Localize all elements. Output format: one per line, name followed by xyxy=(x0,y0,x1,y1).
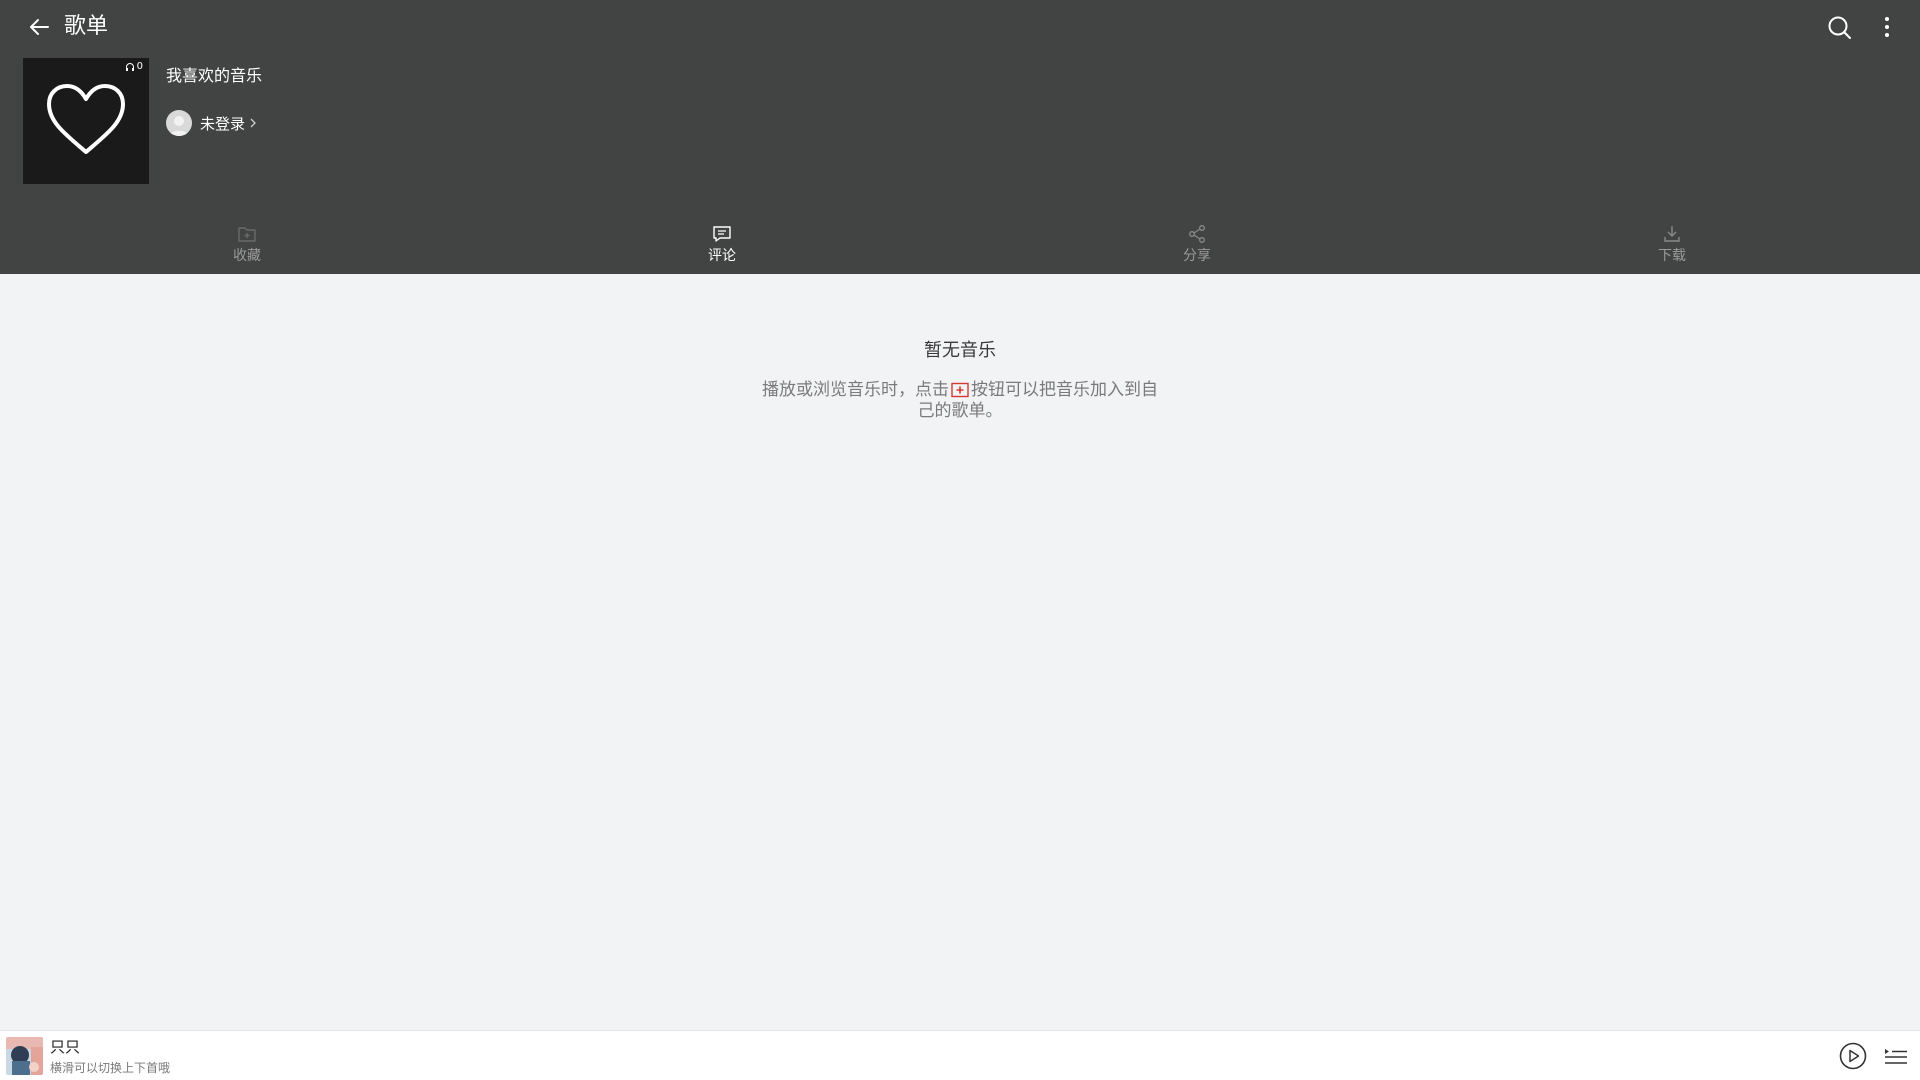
play-count-value: 0 xyxy=(136,61,143,72)
search-icon[interactable] xyxy=(1824,12,1854,42)
album-art-image xyxy=(6,1037,43,1075)
song-hint: 横滑可以切换上下首哦 xyxy=(50,1061,171,1075)
download-label: 下载 xyxy=(1658,248,1686,264)
song-title: 只只 xyxy=(50,1038,81,1056)
app-root: 歌单 0 我喜欢的音乐 未登录 收藏 评论 分享 下载 暂无音乐 播放或浏览音乐… xyxy=(0,0,1920,1080)
page-title: 歌单 xyxy=(64,14,109,39)
heart-icon xyxy=(47,84,125,154)
top-bar: 歌单 xyxy=(0,0,1920,54)
play-count: 0 xyxy=(125,61,143,72)
add-to-playlist-icon xyxy=(951,382,969,398)
empty-desc-before: 播放或浏览音乐时，点击 xyxy=(762,380,949,400)
playlist-queue-icon[interactable] xyxy=(1884,1045,1908,1067)
owner-name: 未登录 xyxy=(200,114,246,133)
playlist-header: 歌单 0 我喜欢的音乐 未登录 收藏 评论 分享 下载 xyxy=(0,0,1920,274)
share-icon xyxy=(1189,225,1205,243)
playlist-name: 我喜欢的音乐 xyxy=(166,66,263,85)
empty-state-description: 播放或浏览音乐时，点击 按钮可以把音乐加入到自己的歌单。 xyxy=(760,380,1160,422)
collect-label: 收藏 xyxy=(233,248,261,264)
album-art[interactable] xyxy=(6,1037,43,1075)
download-button[interactable]: 下载 xyxy=(1612,218,1732,274)
chevron-right-icon xyxy=(250,118,256,128)
comment-icon xyxy=(713,226,731,242)
avatar xyxy=(166,110,192,136)
download-icon xyxy=(1664,226,1680,242)
play-circle-icon[interactable] xyxy=(1839,1042,1867,1070)
comment-label: 评论 xyxy=(708,248,736,264)
favorite-folder-icon xyxy=(238,227,256,242)
empty-state-title: 暂无音乐 xyxy=(924,340,996,361)
action-bar: 收藏 评论 分享 下载 xyxy=(0,218,1920,274)
owner-link[interactable]: 未登录 xyxy=(166,110,257,136)
default-avatar-icon xyxy=(169,116,189,136)
comment-button[interactable]: 评论 xyxy=(662,218,782,274)
share-button[interactable]: 分享 xyxy=(1137,218,1257,274)
collect-button[interactable]: 收藏 xyxy=(187,218,307,274)
share-label: 分享 xyxy=(1183,248,1211,264)
playlist-cover[interactable]: 0 xyxy=(23,58,149,184)
back-icon[interactable] xyxy=(24,12,54,42)
headphones-icon xyxy=(125,62,134,71)
mini-player[interactable]: 只只 横滑可以切换上下首哦 xyxy=(0,1030,1920,1080)
more-icon[interactable] xyxy=(1872,12,1902,42)
